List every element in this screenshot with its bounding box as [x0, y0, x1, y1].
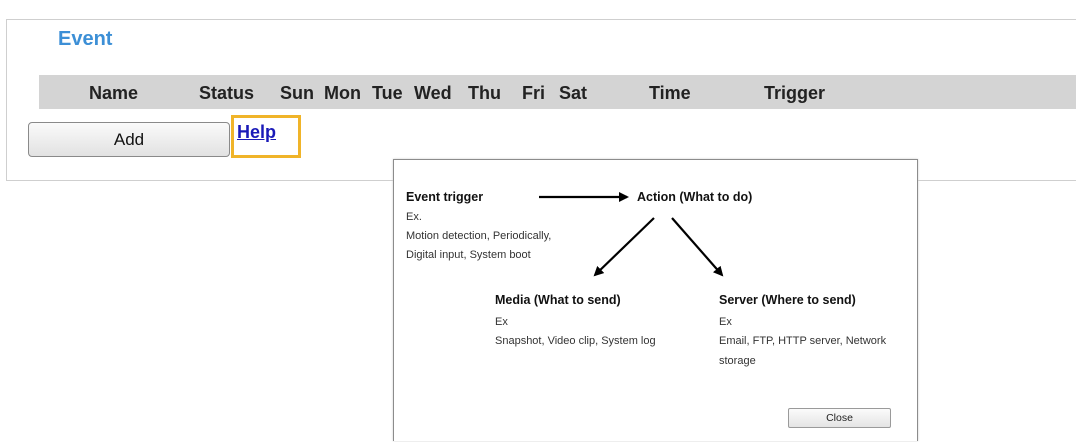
- column-header-name: Name: [89, 83, 139, 103]
- help-link[interactable]: Help: [237, 122, 276, 143]
- column-header-sat: Sat: [559, 83, 588, 103]
- help-dialog: Event trigger Ex. Motion detection, Peri…: [393, 159, 918, 441]
- column-header-status: Status: [199, 83, 255, 103]
- column-header-trigger: Trigger: [764, 83, 826, 103]
- column-header-time: Time: [649, 83, 691, 103]
- flow-arrows: [539, 192, 724, 277]
- close-button[interactable]: Close: [788, 408, 891, 428]
- column-header-fri: Fri: [522, 83, 546, 103]
- event-table-header: Name Status Sun Mon Tue Wed Thu Fri Sat …: [39, 75, 1076, 109]
- column-header-mon: Mon: [324, 83, 361, 103]
- column-header-wed: Wed: [414, 83, 452, 103]
- add-button[interactable]: Add: [28, 122, 230, 157]
- action-to-media-arrow-icon: [593, 217, 655, 277]
- column-header-tue: Tue: [372, 83, 403, 103]
- column-header-sun: Sun: [280, 83, 314, 103]
- help-highlight: Help: [231, 115, 301, 158]
- column-header-thu: Thu: [468, 83, 501, 103]
- action-to-server-arrow-icon: [671, 217, 724, 277]
- section-legend: Event: [47, 24, 124, 54]
